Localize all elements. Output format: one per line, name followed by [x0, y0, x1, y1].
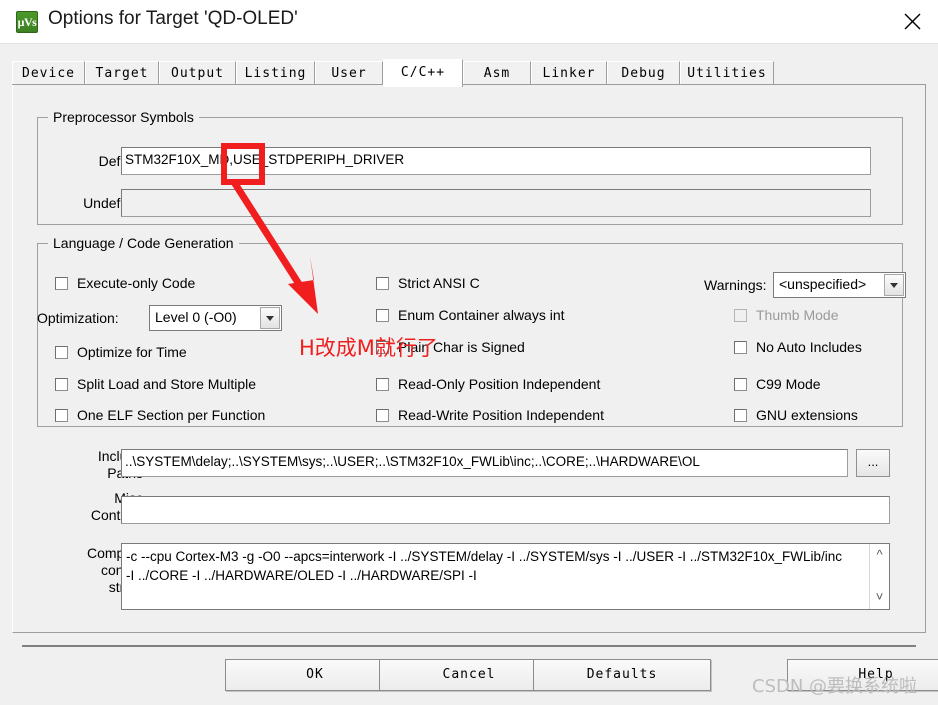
- checkbox-box: [376, 341, 389, 354]
- tab-c-cpp[interactable]: C/C++: [383, 59, 463, 87]
- checkbox-label: Optimize for Time: [77, 344, 187, 360]
- title-bar: μVs Options for Target 'QD-OLED': [0, 0, 938, 44]
- keil-uvision-icon: μVs: [16, 11, 38, 33]
- checkbox-read-write-position-independent[interactable]: Read-Write Position Independent: [376, 407, 604, 423]
- checkbox-box: [376, 409, 389, 422]
- checkbox-label: Strict ANSI C: [398, 275, 480, 291]
- warnings-label: Warnings:: [704, 277, 767, 293]
- tab-device[interactable]: Device: [12, 61, 85, 85]
- checkbox-optimize-for-time[interactable]: Optimize for Time: [55, 344, 187, 360]
- tab-utilities[interactable]: Utilities: [680, 61, 774, 85]
- compiler-scrollbar[interactable]: ^ ˅: [869, 544, 889, 609]
- checkbox-label: Split Load and Store Multiple: [77, 376, 256, 392]
- checkbox-label: Read-Write Position Independent: [398, 407, 604, 423]
- compiler-control-string-input[interactable]: -c --cpu Cortex-M3 -g -O0 --apcs=interwo…: [121, 543, 890, 610]
- ok-button[interactable]: OK: [225, 659, 405, 691]
- help-button[interactable]: Help: [787, 659, 938, 691]
- checkbox-thumb-mode: Thumb Mode: [734, 307, 838, 323]
- chevron-down-icon[interactable]: [260, 307, 280, 329]
- warnings-value: <unspecified>: [779, 276, 867, 292]
- checkbox-box: [55, 277, 68, 290]
- tab-debug[interactable]: Debug: [607, 61, 680, 85]
- c-cpp-tab-panel: Preprocessor Symbols Define: STM32F10X_M…: [12, 85, 926, 633]
- checkbox-c99-mode[interactable]: C99 Mode: [734, 376, 821, 392]
- checkbox-split-load-store-multiple[interactable]: Split Load and Store Multiple: [55, 376, 256, 392]
- include-paths-input[interactable]: ..\SYSTEM\delay;..\SYSTEM\sys;..\USER;..…: [121, 449, 848, 477]
- close-icon: [904, 13, 921, 30]
- checkbox-label: GNU extensions: [756, 407, 858, 423]
- cancel-button[interactable]: Cancel: [379, 659, 559, 691]
- optimization-value: Level 0 (-O0): [155, 309, 237, 325]
- tab-linker[interactable]: Linker: [531, 61, 607, 85]
- define-input[interactable]: STM32F10X_MD,USE_STDPERIPH_DRIVER: [121, 147, 871, 175]
- checkbox-label: Enum Container always int: [398, 307, 565, 323]
- optimization-select[interactable]: Level 0 (-O0): [149, 305, 282, 331]
- checkbox-box: [376, 378, 389, 391]
- checkbox-box: [55, 346, 68, 359]
- warnings-select[interactable]: <unspecified>: [773, 272, 906, 298]
- chevron-down-icon[interactable]: [884, 274, 904, 296]
- close-button[interactable]: [886, 0, 938, 42]
- checkbox-box: [55, 378, 68, 391]
- keil-uvision-icon-glyph: μVs: [17, 15, 37, 29]
- checkbox-gnu-extensions[interactable]: GNU extensions: [734, 407, 858, 423]
- checkbox-execute-only-code[interactable]: Execute-only Code: [55, 275, 195, 291]
- checkbox-label: Plain Char is Signed: [398, 339, 525, 355]
- options-dialog-window: μVs Options for Target 'QD-OLED' Device …: [0, 0, 938, 705]
- button-bar-separator: [22, 645, 916, 647]
- language-code-generation-title: Language / Code Generation: [48, 235, 239, 251]
- checkbox-strict-ansi-c[interactable]: Strict ANSI C: [376, 275, 480, 291]
- checkbox-no-auto-includes[interactable]: No Auto Includes: [734, 339, 862, 355]
- checkbox-label: Read-Only Position Independent: [398, 376, 601, 392]
- chevron-up-icon[interactable]: ^: [870, 546, 889, 564]
- checkbox-plain-char-is-signed[interactable]: Plain Char is Signed: [376, 339, 525, 355]
- tab-listing[interactable]: Listing: [236, 61, 315, 85]
- checkbox-box: [734, 378, 747, 391]
- checkbox-label: One ELF Section per Function: [77, 407, 266, 423]
- checkbox-box: [734, 309, 747, 322]
- checkbox-box: [376, 277, 389, 290]
- checkbox-enum-container-always-int[interactable]: Enum Container always int: [376, 307, 565, 323]
- tab-user[interactable]: User: [315, 61, 383, 85]
- compiler-control-string-value: -c --cpu Cortex-M3 -g -O0 --apcs=interwo…: [126, 549, 846, 583]
- optimization-label: Optimization:: [37, 310, 119, 326]
- tab-output[interactable]: Output: [159, 61, 236, 85]
- chevron-down-icon[interactable]: ˅: [870, 588, 889, 606]
- checkbox-box: [376, 309, 389, 322]
- window-title: Options for Target 'QD-OLED': [48, 8, 298, 29]
- checkbox-label: Execute-only Code: [77, 275, 196, 291]
- include-paths-browse-button[interactable]: ...: [856, 449, 890, 477]
- checkbox-read-only-position-independent[interactable]: Read-Only Position Independent: [376, 376, 600, 392]
- checkbox-one-elf-section-per-function[interactable]: One ELF Section per Function: [55, 407, 265, 423]
- misc-controls-input[interactable]: [121, 496, 890, 524]
- checkbox-label: C99 Mode: [756, 376, 821, 392]
- tab-target[interactable]: Target: [85, 61, 159, 85]
- checkbox-label: No Auto Includes: [756, 339, 862, 355]
- tab-asm[interactable]: Asm: [463, 61, 531, 85]
- checkbox-label: Thumb Mode: [756, 307, 839, 323]
- defaults-button[interactable]: Defaults: [533, 659, 711, 691]
- tab-strip: Device Target Output Listing User C/C++ …: [12, 59, 926, 87]
- checkbox-box: [55, 409, 68, 422]
- checkbox-box: [734, 409, 747, 422]
- checkbox-box: [734, 341, 747, 354]
- language-code-generation-group: Language / Code Generation: [37, 235, 903, 427]
- preprocessor-symbols-title: Preprocessor Symbols: [48, 109, 199, 125]
- undefine-input[interactable]: [121, 189, 871, 217]
